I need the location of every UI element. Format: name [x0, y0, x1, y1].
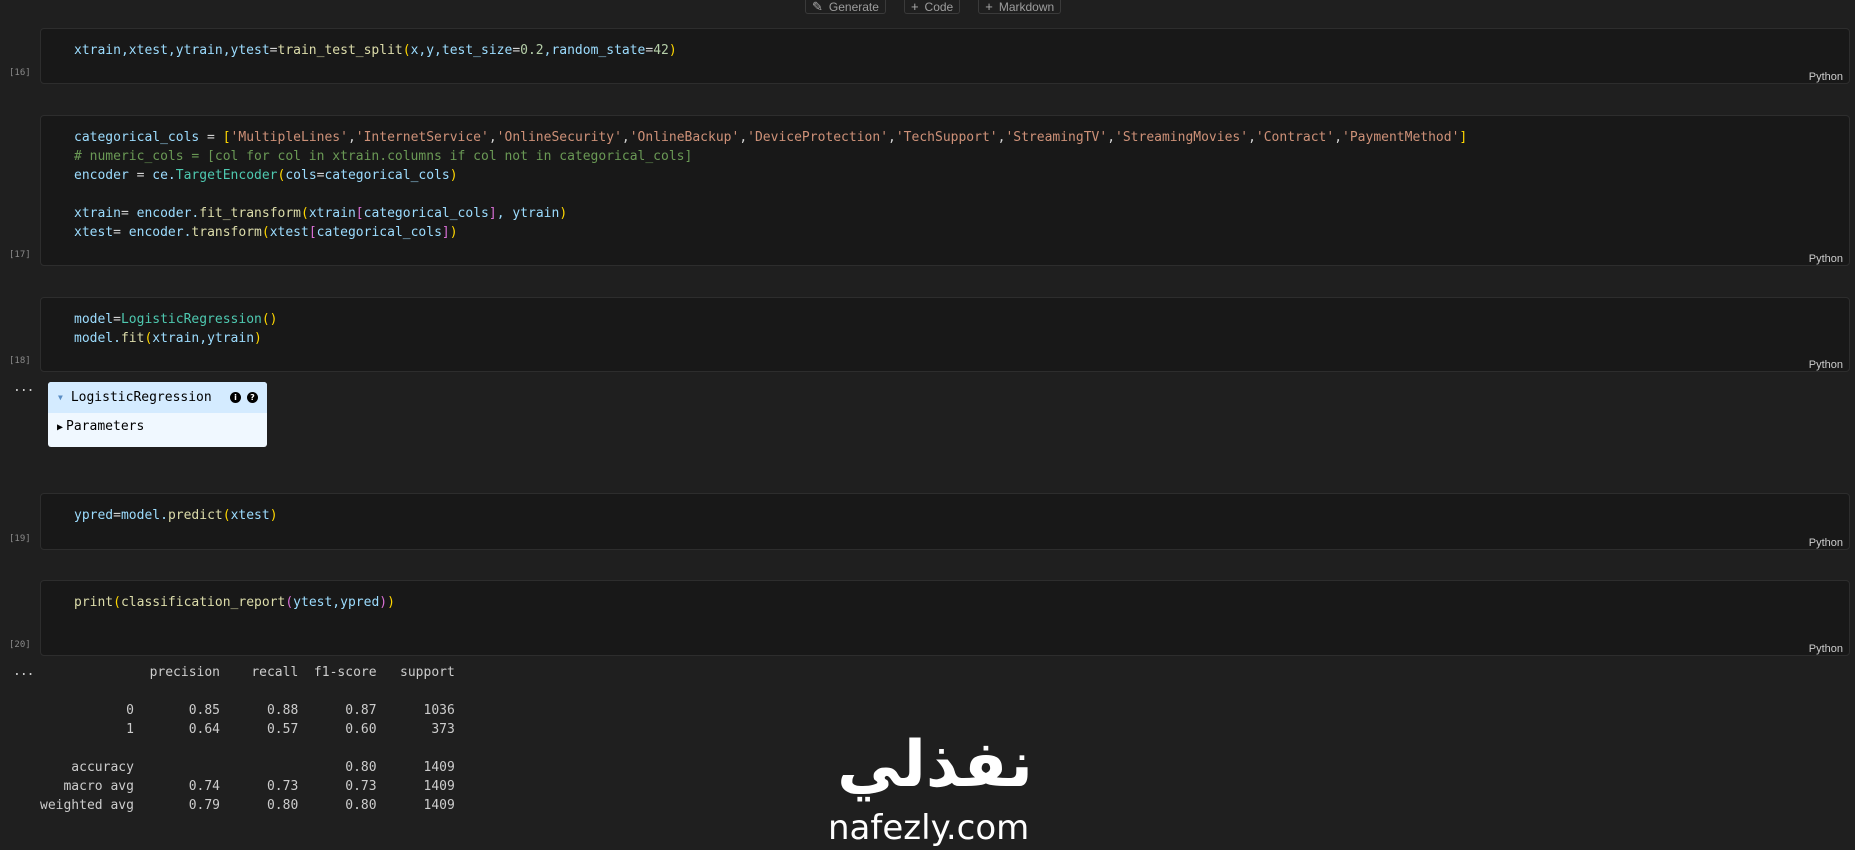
sparkle-icon: ✎: [812, 0, 823, 14]
watermark-latin: nafezly.com: [828, 808, 1030, 848]
language-label[interactable]: Python: [1809, 643, 1843, 655]
report-row: 0 0.85 0.88 0.87 1036: [40, 703, 455, 718]
code-cell[interactable]: xtrain,xtest,ytrain,ytest=train_test_spl…: [40, 28, 1850, 84]
watermark-arabic: نفذلي: [837, 728, 1033, 802]
add-markdown-button[interactable]: + Markdown: [978, 0, 1062, 14]
markdown-label: Markdown: [998, 0, 1055, 14]
generate-button[interactable]: ✎ Generate: [805, 0, 886, 14]
execution-count: [18]: [9, 356, 31, 366]
watermark-logo: نفذلي nafezly.com: [820, 730, 1050, 850]
language-label[interactable]: Python: [1809, 359, 1843, 371]
code-editor[interactable]: ypred=model.predict(xtest): [74, 506, 278, 525]
language-label[interactable]: Python: [1809, 537, 1843, 549]
parameters-label: Parameters: [66, 419, 145, 434]
estimator-header[interactable]: ▼ LogisticRegression i ?: [48, 382, 267, 413]
report-row: 1 0.64 0.57 0.60 373: [40, 722, 455, 737]
output-menu-icon[interactable]: ...: [13, 664, 35, 679]
collapse-triangle-icon[interactable]: ▼: [58, 393, 63, 402]
generate-label: Generate: [828, 0, 879, 14]
code-editor[interactable]: categorical_cols = ['MultipleLines','Int…: [74, 128, 1467, 242]
code-editor[interactable]: xtrain,xtest,ytrain,ytest=train_test_spl…: [74, 41, 677, 60]
execution-count: [17]: [9, 250, 31, 260]
plus-icon: +: [985, 0, 993, 14]
code-editor[interactable]: print(classification_report(ytest,ypred)…: [74, 593, 395, 612]
plus-icon: +: [910, 0, 919, 14]
code-cell[interactable]: ypred=model.predict(xtest) Python: [40, 493, 1850, 550]
language-label[interactable]: Python: [1809, 253, 1843, 265]
code-cell[interactable]: categorical_cols = ['MultipleLines','Int…: [40, 115, 1850, 266]
estimator-name: LogisticRegression: [70, 390, 212, 405]
cell-toolbar: ✎ Generate + Code + Markdown: [805, 0, 1062, 14]
report-row: accuracy 0.80 1409: [40, 760, 455, 775]
estimator-widget: ▼ LogisticRegression i ? ▶ Parameters: [48, 382, 267, 447]
report-header: precision recall f1-score support: [40, 665, 455, 680]
expand-triangle-icon: ▶: [57, 422, 64, 433]
execution-count: [16]: [9, 68, 31, 78]
classification-report-output: precision recall f1-score support 0 0.85…: [40, 663, 455, 815]
output-menu-icon[interactable]: ...: [13, 380, 35, 395]
code-cell[interactable]: model=LogisticRegression() model.fit(xtr…: [40, 297, 1850, 372]
report-row: weighted avg 0.79 0.80 0.80 1409: [40, 798, 455, 813]
execution-count: [19]: [9, 534, 31, 544]
code-editor[interactable]: model=LogisticRegression() model.fit(xtr…: [74, 310, 278, 348]
execution-count: [20]: [9, 640, 31, 650]
language-label[interactable]: Python: [1809, 71, 1843, 83]
report-row: macro avg 0.74 0.73 0.73 1409: [40, 779, 455, 794]
code-label: Code: [924, 0, 954, 14]
code-cell[interactable]: print(classification_report(ytest,ypred)…: [40, 580, 1850, 656]
add-code-button[interactable]: + Code: [903, 0, 961, 14]
help-icon[interactable]: ?: [247, 392, 258, 403]
info-icon[interactable]: i: [230, 392, 241, 403]
parameters-toggle[interactable]: ▶ Parameters: [48, 413, 267, 434]
